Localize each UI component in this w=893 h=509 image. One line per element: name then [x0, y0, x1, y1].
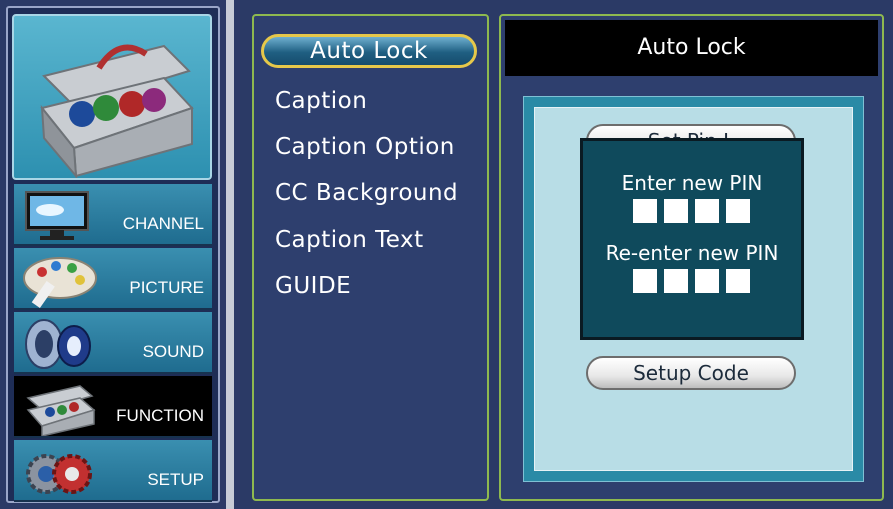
palette-icon [23, 257, 97, 308]
sidebar-item-label: CHANNEL [122, 214, 204, 233]
pin-dialog: Enter new PIN Re-enter new PIN [580, 138, 804, 340]
sidebar-item-setup[interactable]: SETUP [14, 440, 212, 502]
pin-digit-field[interactable] [726, 199, 750, 223]
sidebar-item-label: SETUP [147, 470, 204, 489]
sidebar-item-channel[interactable]: CHANNEL [14, 184, 212, 246]
pin-digit-field[interactable] [633, 199, 657, 223]
menu-item-caption-text[interactable]: Caption Text [275, 227, 424, 253]
sidebar-item-sound[interactable]: SOUND [14, 312, 212, 374]
pin-digit-field[interactable] [664, 199, 688, 223]
menu-item-auto-lock[interactable]: Auto Lock [261, 34, 477, 68]
menu-item-guide[interactable]: GUIDE [275, 273, 351, 299]
pin-digit-field[interactable] [633, 269, 657, 293]
gears-icon [26, 454, 92, 494]
setup-code-label: Setup Code [633, 361, 749, 385]
sidebar-item-label: FUNCTION [116, 406, 204, 425]
speaker-icon [25, 319, 91, 369]
menu-item-caption-option[interactable]: Caption Option [275, 134, 455, 160]
sidebar-item-label: PICTURE [129, 278, 204, 297]
toolbox-icon [40, 44, 194, 179]
panel-title: Auto Lock [505, 20, 878, 76]
sidebar-item-picture[interactable]: PICTURE [14, 248, 212, 310]
pin-digit-field[interactable] [695, 269, 719, 293]
tv-icon [25, 191, 89, 240]
enter-pin-fields[interactable] [633, 199, 750, 223]
enter-pin-label: Enter new PIN [621, 171, 763, 195]
sidebar-item-function[interactable]: FUNCTION [14, 376, 212, 438]
toolbox-icon [26, 385, 96, 436]
reenter-pin-fields[interactable] [633, 269, 750, 293]
sidebar-item-label: SOUND [142, 342, 204, 361]
pin-digit-field[interactable] [726, 269, 750, 293]
pin-digit-field[interactable] [664, 269, 688, 293]
reenter-pin-label: Re-enter new PIN [605, 241, 779, 265]
setup-code-button[interactable]: Setup Code [586, 356, 796, 390]
hero-image [12, 14, 212, 180]
menu-item-cc-background[interactable]: CC Background [275, 180, 458, 206]
panel-divider [226, 0, 234, 509]
pin-digit-field[interactable] [695, 199, 719, 223]
menu-item-caption[interactable]: Caption [275, 88, 367, 114]
